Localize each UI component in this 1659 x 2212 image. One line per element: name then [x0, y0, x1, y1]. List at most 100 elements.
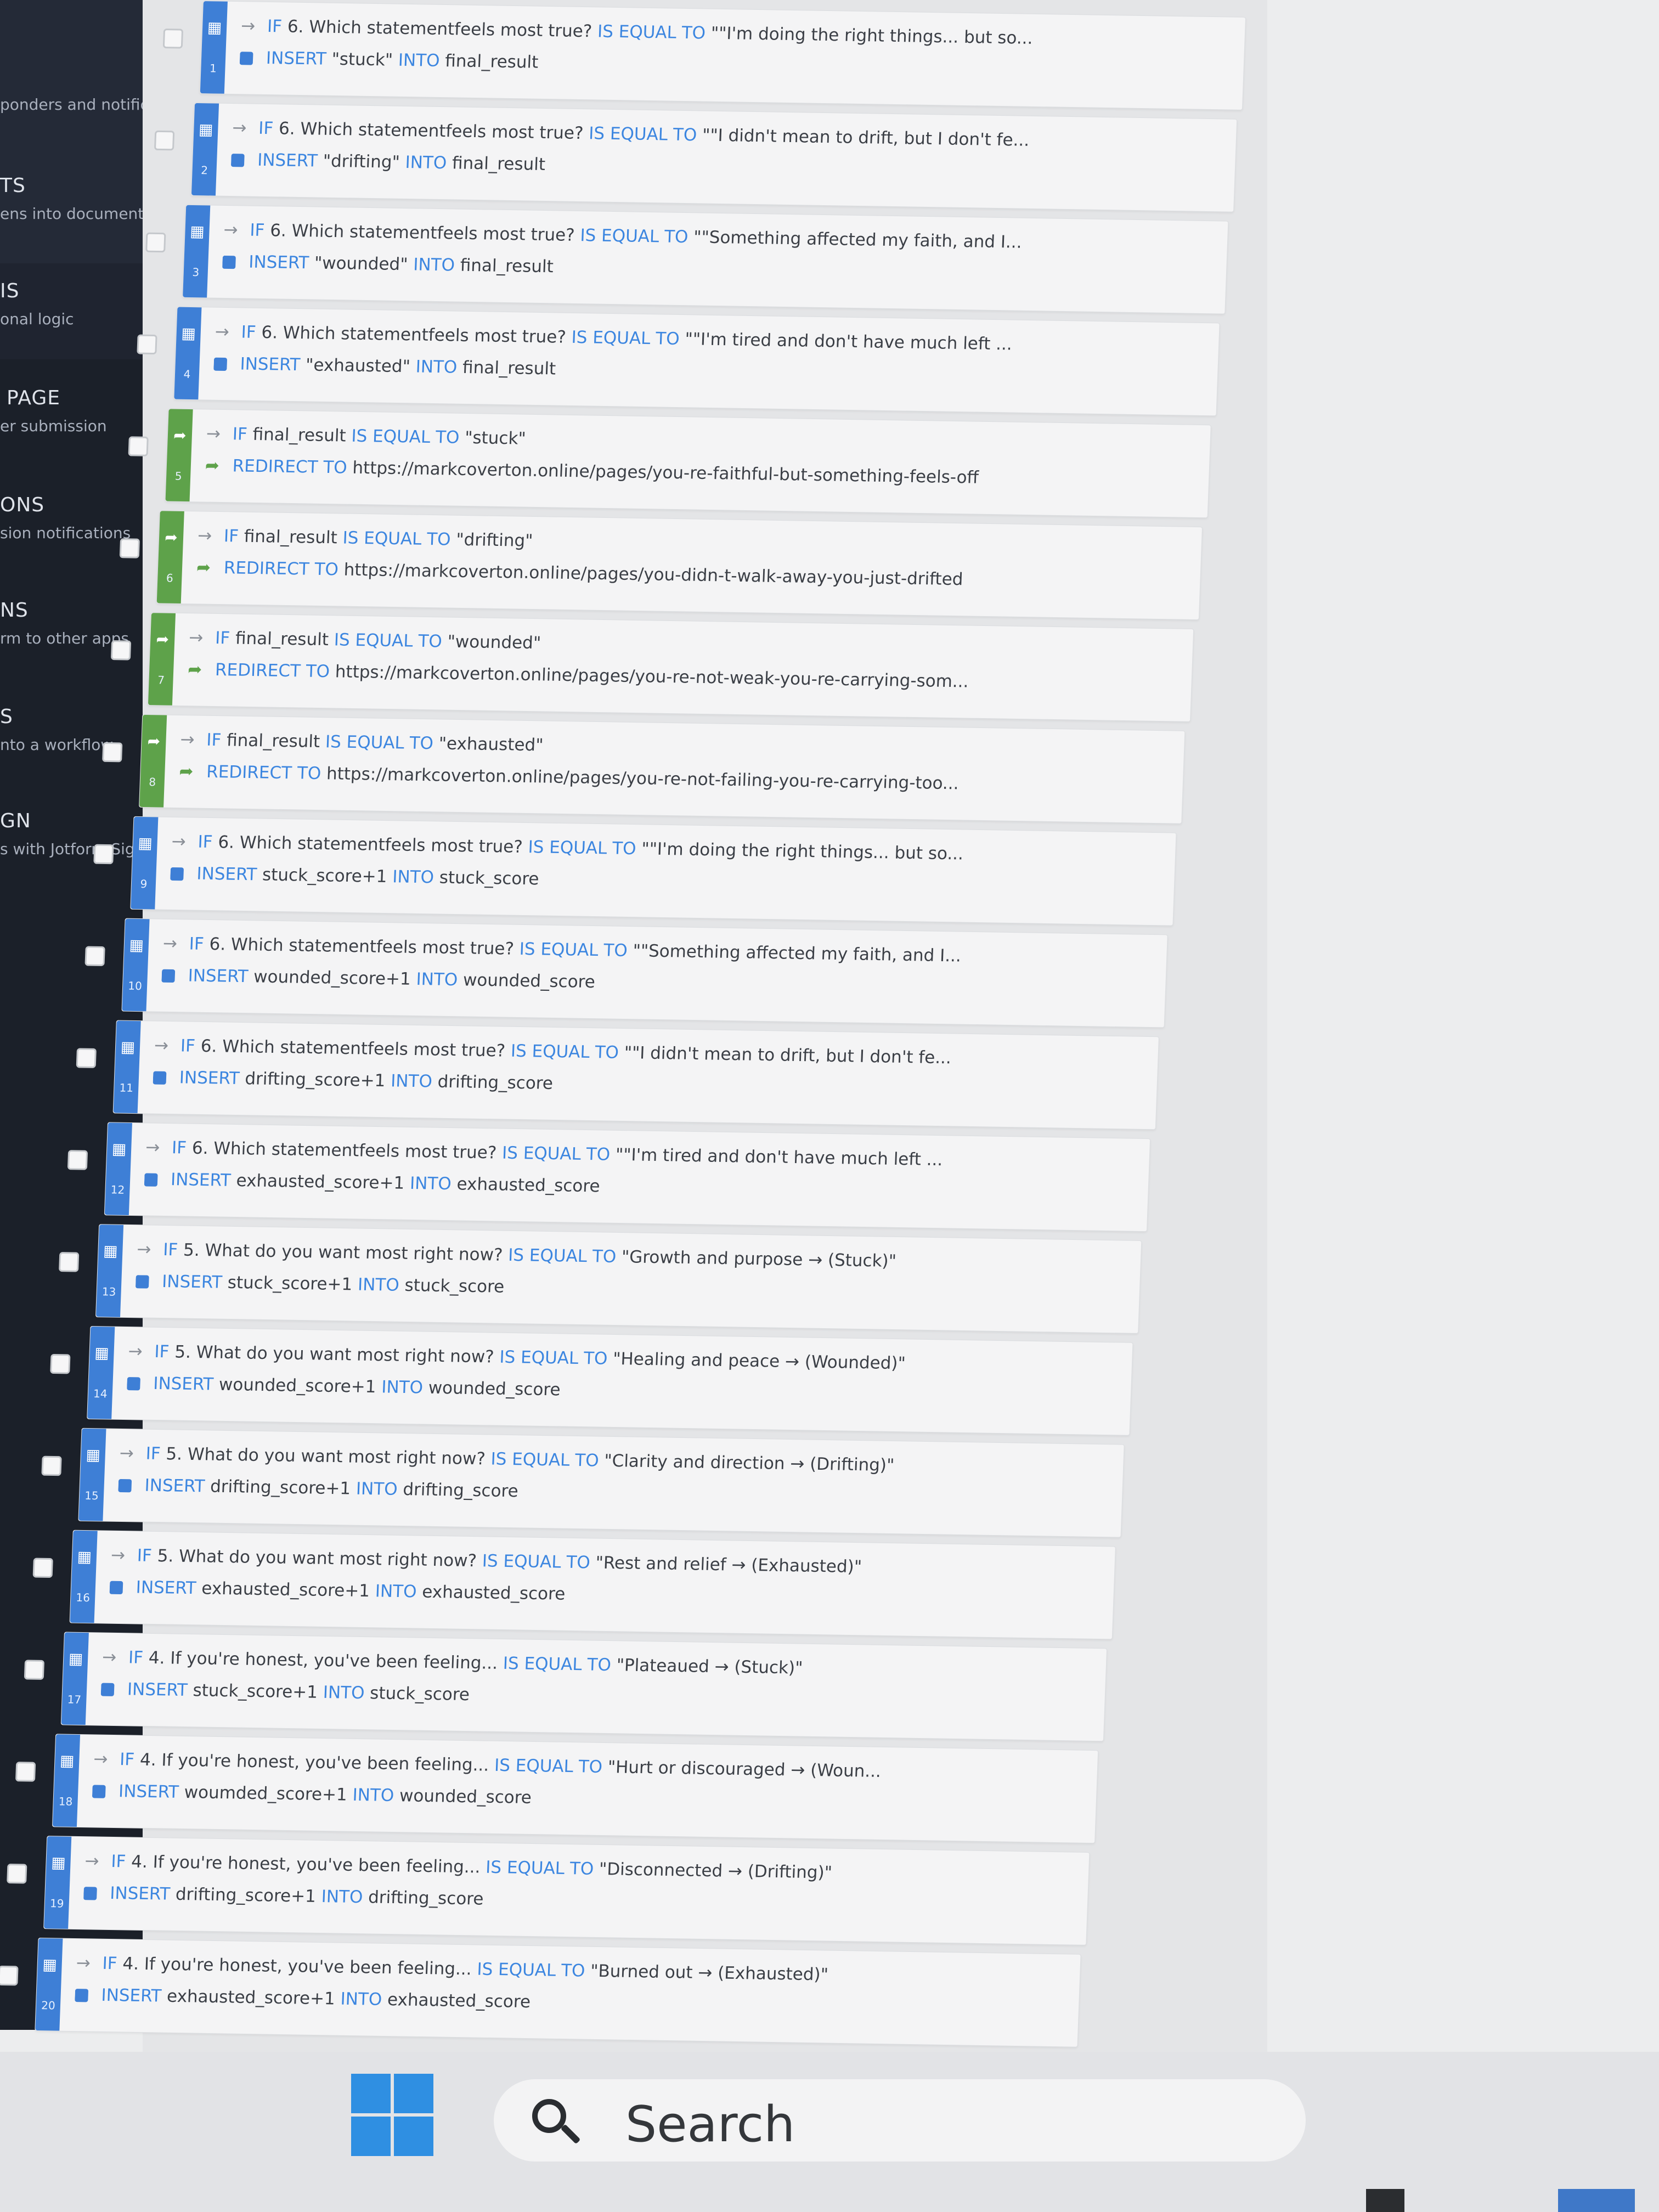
condition-operator: IS EQUAL TO — [501, 1143, 616, 1165]
condition-card[interactable]: ➦ 6 → IF final_result IS EQUAL TO "drift… — [156, 510, 1203, 620]
calculator-mini-icon — [239, 52, 253, 65]
condition-value: ""I didn't mean to drift, but I don't fe… — [624, 1043, 952, 1068]
action-target-field: final_result — [444, 51, 539, 72]
select-checkbox[interactable] — [50, 1353, 71, 1374]
condition-card[interactable]: ▦ 16 → IF 5. What do you want most right… — [69, 1530, 1116, 1640]
condition-card[interactable]: ▦ 3 → IF 6. Which statementfeels most tr… — [182, 204, 1229, 314]
redirect-arrow-icon: ➦ — [155, 630, 170, 648]
condition-row-4: ▦ 4 → IF 6. Which statementfeels most tr… — [135, 306, 1224, 425]
calculator-mini-icon — [83, 1887, 97, 1900]
condition-card[interactable]: ▦ 1 → IF 6. Which statementfeels most tr… — [199, 1, 1246, 110]
arrow-right-icon: → — [197, 526, 212, 546]
action-line: INSERT woumded_score+1 INTO wounded_scor… — [92, 1781, 1075, 1816]
condition-field: 6. Which statementfeels most true? — [200, 1036, 511, 1061]
arrow-right-icon: → — [206, 424, 221, 444]
select-checkbox[interactable] — [102, 742, 123, 763]
condition-field: 6. Which statementfeels most true? — [191, 1138, 503, 1163]
condition-card[interactable]: ▦ 14 → IF 5. What do you want most right… — [87, 1325, 1133, 1436]
calc-side-strip: ▦ 1 — [200, 1, 228, 94]
condition-number: 2 — [200, 163, 208, 177]
action-keyword: INSERT — [266, 48, 332, 69]
condition-field: final_result — [235, 628, 335, 650]
into-keyword: INTO — [390, 1071, 438, 1092]
condition-card[interactable]: ▦ 4 → IF 6. Which statementfeels most tr… — [173, 306, 1220, 416]
calculator-icon: ▦ — [103, 1242, 119, 1260]
tray-icon[interactable] — [1366, 2189, 1404, 2212]
condition-row-20: ▦ 20 → IF 4. If you're honest, you've be… — [0, 1937, 1086, 2056]
condition-number: 20 — [41, 1999, 56, 2012]
action-line: INSERT "wounded" INTO final_result — [222, 252, 1205, 287]
condition-field: 6. Which statementfeels most true? — [208, 934, 520, 959]
calculator-mini-icon — [92, 1785, 106, 1798]
calculator-icon: ▦ — [68, 1649, 84, 1668]
select-checkbox[interactable] — [119, 538, 140, 558]
into-keyword: INTO — [398, 50, 446, 71]
select-checkbox[interactable] — [67, 1150, 88, 1170]
condition-card[interactable]: ▦ 13 → IF 5. What do you want most right… — [95, 1224, 1142, 1334]
condition-card[interactable]: ▦ 17 → IF 4. If you're honest, you've be… — [60, 1632, 1108, 1742]
condition-card[interactable]: ▦ 9 → IF 6. Which statementfeels most tr… — [130, 816, 1177, 926]
select-checkbox[interactable] — [24, 1660, 45, 1680]
action-target-field: drifting_score — [437, 1071, 554, 1094]
taskbar-search[interactable]: Search — [494, 2079, 1306, 2162]
condition-number: 9 — [140, 877, 148, 891]
select-checkbox[interactable] — [154, 130, 175, 151]
select-checkbox[interactable] — [145, 232, 166, 253]
condition-number: 7 — [157, 673, 165, 687]
tray-icon[interactable] — [1558, 2189, 1635, 2212]
action-expression: stuck_score+1 — [227, 1272, 358, 1295]
select-checkbox[interactable] — [93, 844, 114, 865]
select-checkbox[interactable] — [7, 1864, 27, 1884]
condition-card[interactable]: ▦ 2 → IF 6. Which statementfeels most tr… — [190, 102, 1238, 212]
action-expression: wounded_score+1 — [218, 1374, 382, 1397]
select-checkbox[interactable] — [76, 1048, 97, 1068]
select-checkbox[interactable] — [59, 1252, 80, 1272]
condition-card[interactable]: ➦ 5 → IF final_result IS EQUAL TO "stuck… — [165, 408, 1211, 518]
condition-field: 6. Which statementfeels most true? — [269, 221, 581, 246]
condition-card[interactable]: ▦ 19 → IF 4. If you're honest, you've be… — [43, 1836, 1090, 1945]
arrow-right-icon: → — [171, 831, 187, 852]
condition-card[interactable]: ▦ 11 → IF 6. Which statementfeels most t… — [112, 1020, 1159, 1130]
condition-card[interactable]: ➦ 7 → IF final_result IS EQUAL TO "wound… — [147, 612, 1194, 722]
if-keyword: IF — [215, 628, 230, 648]
select-checkbox[interactable] — [162, 28, 184, 49]
select-checkbox[interactable] — [128, 436, 149, 456]
calculator-icon: ▦ — [94, 1344, 110, 1362]
select-checkbox[interactable] — [15, 1762, 36, 1782]
condition-line: → IF 4. If you're honest, you've been fe… — [102, 1647, 1085, 1683]
redirect-mini-icon: ➦ — [205, 455, 220, 476]
action-expression: exhausted_score+1 — [166, 1986, 341, 2009]
condition-card[interactable]: ▦ 15 → IF 5. What do you want most right… — [78, 1427, 1125, 1538]
action-target-field: wounded_score — [399, 1786, 532, 1808]
redirect-arrow-icon: ➦ — [147, 732, 161, 751]
condition-line: → IF 6. Which statementfeels most true? … — [241, 16, 1223, 51]
redirect-arrow-icon: ➦ — [164, 528, 178, 546]
condition-operator: IS EQUAL TO — [325, 732, 439, 754]
condition-card[interactable]: ➦ 8 → IF final_result IS EQUAL TO "exhau… — [139, 714, 1186, 824]
into-keyword: INTO — [356, 1479, 404, 1500]
condition-row-2: ▦ 2 → IF 6. Which statementfeels most tr… — [152, 102, 1242, 221]
select-checkbox[interactable] — [0, 1965, 19, 1986]
condition-card[interactable]: ▦ 20 → IF 4. If you're honest, you've be… — [35, 1937, 1081, 2047]
arrow-right-icon: → — [154, 1035, 169, 1056]
select-checkbox[interactable] — [84, 946, 105, 967]
condition-card[interactable]: ▦ 10 → IF 6. Which statementfeels most t… — [121, 918, 1168, 1028]
select-checkbox[interactable] — [41, 1455, 62, 1476]
condition-card[interactable]: ▦ 12 → IF 6. Which statementfeels most t… — [104, 1122, 1151, 1232]
condition-line: → IF 6. Which statementfeels most true? … — [162, 934, 1145, 969]
action-keyword: INSERT — [153, 1373, 219, 1395]
condition-line: → IF 6. Which statementfeels most true? … — [145, 1137, 1128, 1172]
action-target-field: final_result — [460, 255, 554, 277]
select-checkbox[interactable] — [137, 334, 157, 355]
windows-logo-icon[interactable] — [351, 2074, 433, 2156]
condition-card[interactable]: ▦ 18 → IF 4. If you're honest, you've be… — [52, 1734, 1099, 1844]
condition-number: 14 — [93, 1387, 108, 1401]
into-keyword: INTO — [392, 867, 440, 888]
select-checkbox[interactable] — [32, 1558, 53, 1578]
calc-side-strip: ▦ 9 — [131, 816, 159, 910]
condition-operator: IS EQUAL TO — [588, 123, 703, 145]
condition-number: 12 — [110, 1183, 125, 1197]
condition-value: "Healing and peace → (Wounded)" — [612, 1348, 906, 1374]
select-checkbox[interactable] — [110, 640, 132, 661]
condition-field: 5. What do you want most right now? — [174, 1342, 500, 1367]
